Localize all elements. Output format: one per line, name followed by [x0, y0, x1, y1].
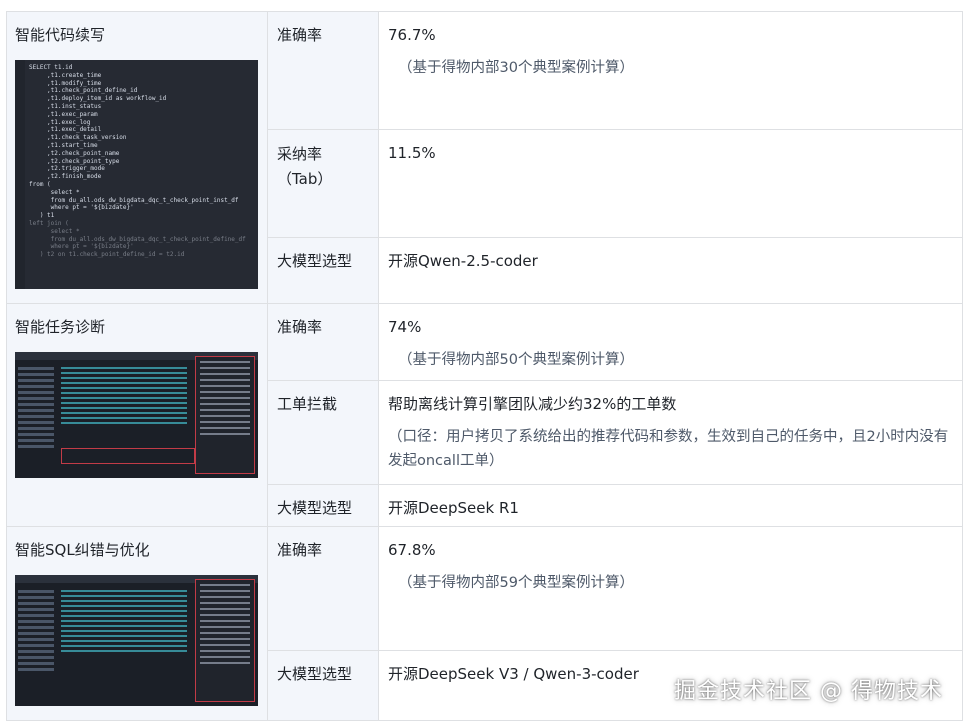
code-line: ,t1.start_time: [29, 141, 98, 149]
metric-value-cell: 67.8% （基于得物内部59个典型案例计算）: [378, 526, 963, 651]
metric-value-cell: 帮助离线计算引擎团队减少约32%的工单数 （口径：用户拷贝了系统给出的推荐代码和…: [378, 380, 963, 485]
metric-value-cell: 开源Qwen-2.5-coder: [378, 237, 963, 304]
metric-label-cell: 采纳率（Tab）: [267, 129, 379, 238]
metric-value: 开源DeepSeek R1: [388, 499, 519, 517]
code-line: left join (: [29, 219, 69, 227]
metric-label: 采纳率（Tab）: [277, 145, 333, 188]
feature-title: 智能代码续写: [15, 26, 106, 44]
code-line: select *: [29, 188, 80, 196]
code-line: ,t2.finish_mode: [29, 173, 102, 181]
feature-cell: 智能任务诊断: [6, 303, 268, 527]
metric-label: 大模型选型: [277, 499, 353, 517]
code-line: ,t1.exec_detail: [29, 126, 102, 134]
code-line: ,t1.check_point_define_id: [29, 87, 138, 95]
code-line: ,t1.check_task_version: [29, 134, 127, 142]
metric-note: （基于得物内部59个典型案例计算）: [398, 575, 634, 591]
metric-label-cell: 大模型选型: [267, 484, 379, 527]
metric-label-cell: 大模型选型: [267, 237, 379, 304]
watermark: 掘金技术社区 @ 得物技术: [674, 679, 943, 704]
code-line: SELECT t1.id: [29, 64, 73, 71]
metric-label-cell: 准确率: [267, 11, 379, 130]
metric-value: 76.7%: [388, 26, 436, 44]
metric-value-cell: 开源DeepSeek R1: [378, 484, 963, 527]
code-line: ,t2.trigger_mode: [29, 165, 105, 173]
code-line: where pt = '${bizdate}': [29, 243, 134, 251]
code-line: ,t2.check_point_name: [29, 149, 120, 157]
metric-label: 准确率: [277, 541, 323, 559]
code-line: from du_all.ods_dw_bigdata_dqc_t_check_p…: [29, 235, 246, 243]
metric-value: 开源Qwen-2.5-coder: [388, 252, 538, 270]
metric-note: （基于得物内部50个典型案例计算）: [398, 352, 634, 368]
code-line: ,t1.create_time: [29, 71, 102, 79]
metric-value-cell: 11.5%: [378, 129, 963, 238]
metric-value: 67.8%: [388, 541, 436, 559]
code-line: ,t1.exec_param: [29, 110, 98, 118]
code-line: ,t1.modify_time: [29, 79, 102, 87]
feature-cell: 智能代码续写 SELECT t1.id ,t1.create_time ,t1.…: [6, 11, 268, 304]
metric-label: 大模型选型: [277, 252, 353, 270]
metric-value: 帮助离线计算引擎团队减少约32%的工单数: [388, 395, 677, 413]
metric-label-cell: 大模型选型: [267, 650, 379, 721]
metric-value: 74%: [388, 318, 422, 336]
metric-note: （基于得物内部30个典型案例计算）: [398, 60, 634, 76]
metric-value: 11.5%: [388, 144, 436, 162]
metric-label: 准确率: [277, 26, 323, 44]
metric-value-cell: 76.7% （基于得物内部30个典型案例计算）: [378, 11, 963, 130]
code-line: ) t2 on t1.check_point_define_id = t2.id: [29, 251, 185, 259]
metric-note: （口径：用户拷贝了系统给出的推荐代码和参数，生效到自己的任务中，且2小时内没有发…: [388, 429, 949, 469]
code-line: ) t1: [29, 212, 55, 220]
task-diagnosis-screenshot: [15, 352, 258, 478]
code-line: from du_all.ods_dw_bigdata_dqc_t_check_p…: [29, 196, 239, 204]
feature-title: 智能任务诊断: [15, 318, 106, 336]
feature-title: 智能SQL纠错与优化: [15, 541, 150, 559]
metric-label-cell: 工单拦截: [267, 380, 379, 485]
code-completion-screenshot: SELECT t1.id ,t1.create_time ,t1.modify_…: [15, 60, 258, 289]
metric-label: 工单拦截: [277, 395, 338, 413]
metric-label-cell: 准确率: [267, 303, 379, 381]
metric-value-cell: 74% （基于得物内部50个典型案例计算）: [378, 303, 963, 381]
code-line: from (: [29, 180, 51, 188]
metric-label: 准确率: [277, 318, 323, 336]
metric-label: 大模型选型: [277, 665, 353, 683]
code-line: select *: [29, 227, 80, 235]
code-line: where pt = '${bizdate}': [29, 204, 134, 212]
code-line: ,t1.exec_log: [29, 118, 91, 126]
sql-fix-screenshot: [15, 575, 258, 706]
code-line: ,t1.inst_status: [29, 102, 102, 110]
metric-label-cell: 准确率: [267, 526, 379, 651]
code-line: ,t2.check_point_type: [29, 157, 120, 165]
feature-metrics-table: 智能代码续写 SELECT t1.id ,t1.create_time ,t1.…: [6, 11, 963, 721]
code-line: ,t1.deploy_item_id as workflow_id: [29, 95, 167, 103]
feature-cell: 智能SQL纠错与优化: [6, 526, 268, 721]
